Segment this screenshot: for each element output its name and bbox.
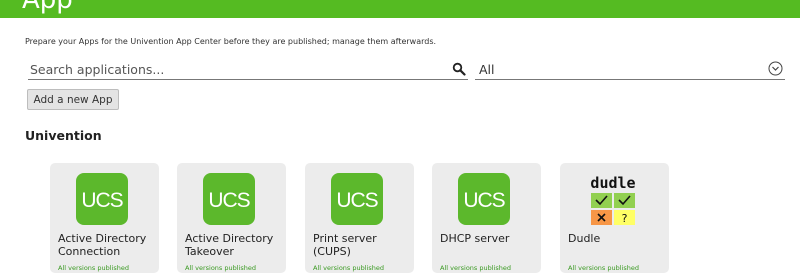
ucs-logo-icon: UCS [329,171,385,227]
ucs-logo-icon: UCS [74,171,130,227]
logo-text: UCS [336,189,378,212]
app-tile[interactable]: UCS Active Directory Takeover All versions… [177,163,286,273]
app-name: Active Directory Takeover [185,232,274,258]
ucs-logo-icon: UCS [201,171,257,227]
app-tile[interactable]: UCS Active Directory Connection All versio… [50,163,159,273]
top-header-bar: App [0,0,800,18]
category-filter-select[interactable]: All [475,59,785,80]
dudle-logo-icon: dudle? [580,171,646,227]
search-box[interactable] [28,59,468,80]
filter-selected-value: All [479,62,495,77]
logo-text: UCS [463,189,505,212]
app-name: Dudle [568,232,601,245]
svg-text:?: ? [622,212,628,225]
app-name: DHCP server [440,232,510,245]
section-title: Univention [25,128,102,143]
app-tile[interactable]: UCS Print server (CUPS) All versions publi… [305,163,414,273]
chevron-down-icon[interactable] [768,61,783,76]
logo-text: dudle [590,174,635,192]
search-icon[interactable] [452,62,466,76]
intro-text: Prepare your Apps for the Univention App… [25,37,437,46]
logo-text: UCS [208,189,250,212]
search-input[interactable] [30,60,440,78]
app-publish-status: All versions published [568,264,639,272]
app-tile[interactable]: UCS DHCP server All versions published [432,163,541,273]
page-title: App [22,0,73,15]
add-new-app-button[interactable]: Add a new App [27,89,119,110]
ucs-logo-icon: UCS [456,171,512,227]
app-publish-status: All versions published [58,264,129,272]
app-publish-status: All versions published [440,264,511,272]
app-name: Print server (CUPS) [313,232,377,258]
app-name: Active Directory Connection [58,232,147,258]
app-tile[interactable]: dudle? Dudle All versions published [560,163,669,273]
app-publish-status: All versions published [185,264,256,272]
logo-text: UCS [81,189,123,212]
app-publish-status: All versions published [313,264,384,272]
